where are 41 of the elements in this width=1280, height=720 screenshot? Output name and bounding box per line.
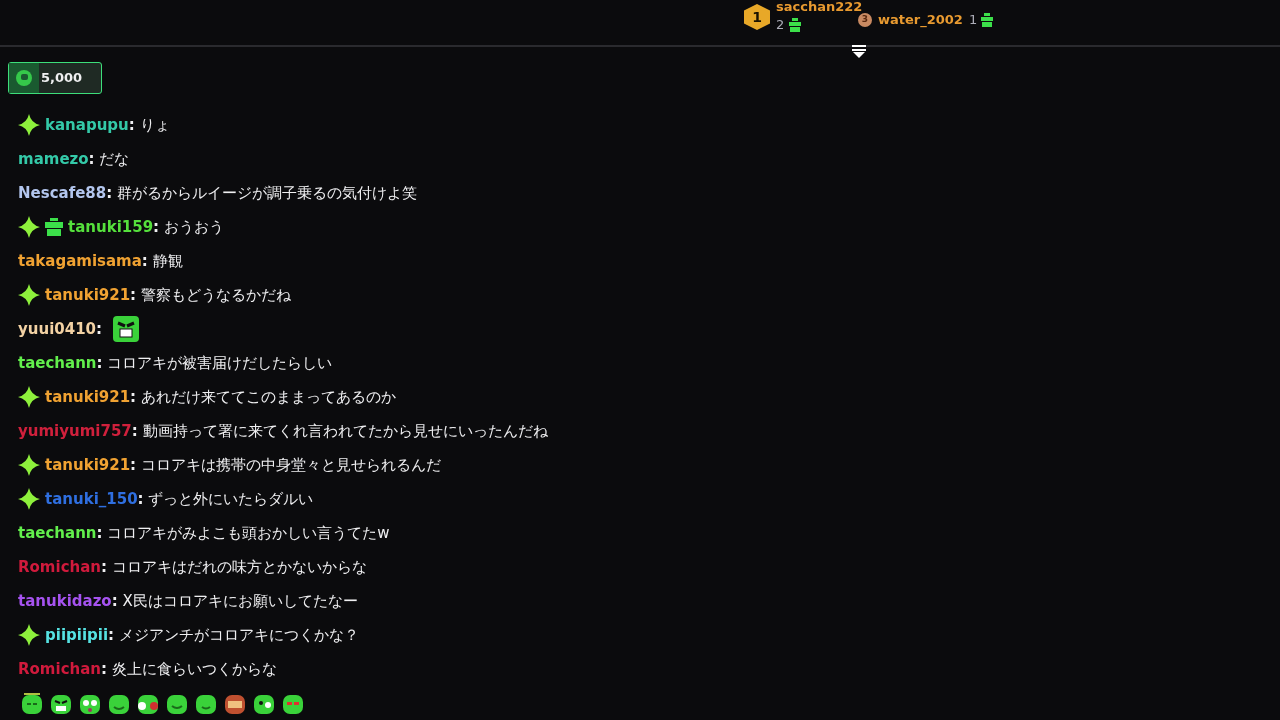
username[interactable]: yumiyumi757 — [18, 419, 132, 443]
message-text: : メジアンチがコロアキにつくかな？ — [108, 624, 359, 646]
message-text: : — [96, 318, 103, 340]
username[interactable]: tanuki921 — [45, 283, 131, 307]
message-text: : コロアキが被害届けだしたらしい — [96, 352, 333, 374]
username: water_2002 — [878, 11, 963, 29]
username[interactable]: yuui0410 — [18, 317, 97, 341]
username[interactable]: taechann — [18, 521, 97, 545]
username[interactable]: taechann — [18, 351, 97, 375]
username[interactable]: tanukidazo — [18, 589, 112, 613]
message-text: : 動画持って署に来てくれ言われてたから見せにいったんだね — [131, 420, 548, 442]
rank-badge: 3 — [858, 13, 872, 27]
message-text: : コロアキがみよこも頭おかしい言うてたw — [96, 522, 390, 544]
message-text: : コロアキはだれの味方とかないからな — [101, 556, 367, 578]
message-text: : あれだけ来ててこのままってあるのか — [130, 386, 396, 408]
username[interactable]: tanuki921 — [45, 385, 131, 409]
username[interactable]: tanuki921 — [45, 453, 131, 477]
username[interactable]: Nescafe88 — [18, 181, 107, 205]
channel-points-button[interactable]: 5,000 — [8, 62, 102, 94]
rank-badge: 1 — [744, 4, 770, 30]
message-text: : X民はコロアキにお願いしてたなー — [111, 590, 358, 612]
message-text: : 警察もどうなるかだね — [130, 284, 291, 306]
username: sacchan222 — [776, 0, 863, 15]
message-text: : コロアキは携帯の中身堂々と見せられるんだ — [130, 454, 441, 476]
username[interactable]: mamezo — [18, 147, 89, 171]
message-text: : 炎上に食らいつくからな — [101, 658, 277, 680]
username[interactable]: tanuki_150 — [45, 487, 138, 511]
username[interactable]: takagamisama — [18, 249, 142, 273]
gift-count: 1 — [968, 11, 978, 29]
username[interactable]: Romichan — [18, 555, 101, 579]
message-text: : 静観 — [141, 250, 183, 272]
message-text: : ずっと外にいたらダルい — [137, 488, 314, 510]
message-text: : だな — [88, 148, 130, 170]
username[interactable]: kanapupu — [45, 113, 129, 137]
username[interactable]: tanuki159 — [68, 215, 154, 239]
message-text: : りょ — [128, 114, 170, 136]
message-text: : 群がるからルイージが調子乗るの気付けよ笑 — [106, 182, 418, 204]
username[interactable]: piipiipii — [45, 623, 109, 647]
username[interactable]: Romichan — [18, 657, 101, 681]
gift-count: 2 — [776, 16, 785, 34]
message-text: : おうおう — [153, 216, 224, 238]
